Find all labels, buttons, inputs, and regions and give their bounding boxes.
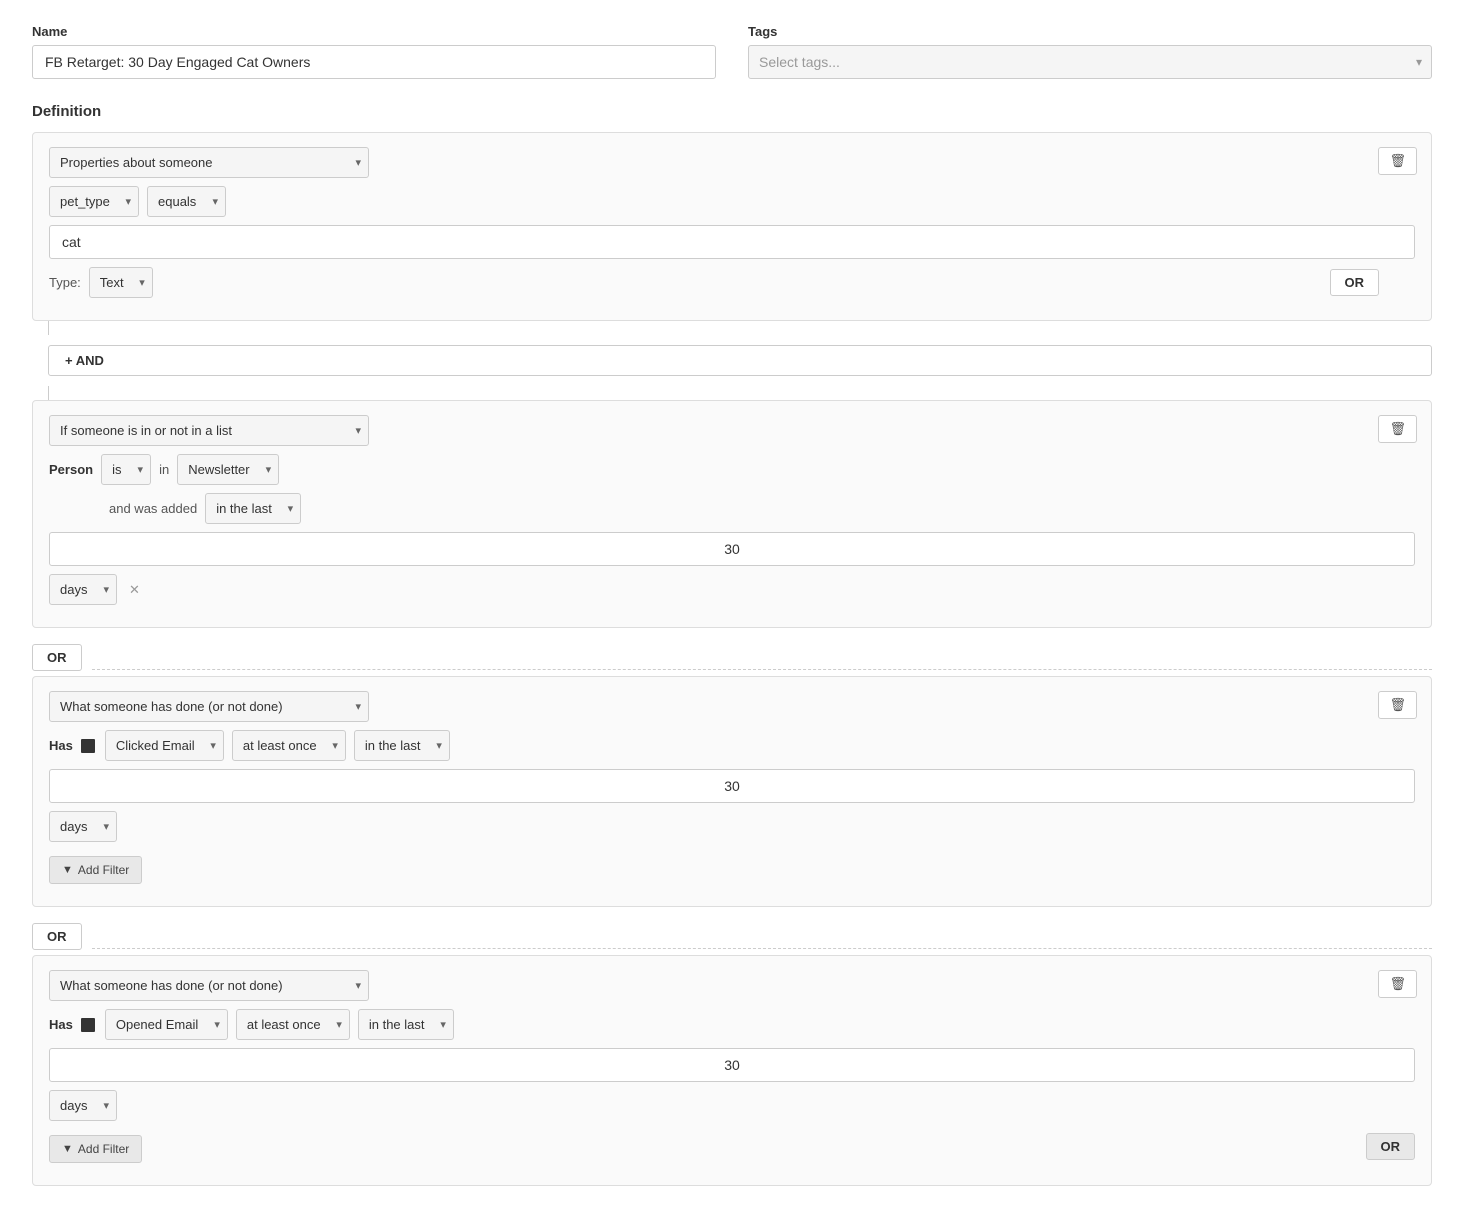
freq-4-wrapper: at least once	[236, 1009, 350, 1040]
operator-wrapper: equals	[147, 186, 226, 217]
has-label-3: Has	[49, 738, 73, 753]
or-button-4[interactable]: OR	[1366, 1133, 1416, 1160]
days-4-wrapper: days	[49, 1090, 117, 1121]
tags-label: Tags	[748, 24, 1432, 39]
and-button[interactable]: + AND	[48, 345, 1432, 376]
or-divider-1: OR	[32, 634, 1432, 670]
event-3-wrapper: Clicked Email	[105, 730, 224, 761]
in-last-3-select[interactable]: in the last	[354, 730, 450, 761]
time-filter-select[interactable]: in the last	[205, 493, 301, 524]
category-3-select[interactable]: What someone has done (or not done)	[49, 691, 369, 722]
property-wrapper: pet_type	[49, 186, 139, 217]
delete-condition-3[interactable]: 🗑	[1378, 691, 1417, 719]
definition-label: Definition	[32, 103, 1432, 120]
filter-icon-4: ▼	[62, 1143, 73, 1155]
event-3-select[interactable]: Clicked Email	[105, 730, 224, 761]
time-filter-wrapper: in the last	[205, 493, 301, 524]
category-4-wrapper: What someone has done (or not done)	[49, 970, 369, 1001]
is-select[interactable]: is	[101, 454, 151, 485]
in-label: in	[159, 462, 169, 477]
filter-icon-3: ▼	[62, 864, 73, 876]
category-1-select[interactable]: Properties about someone	[49, 147, 369, 178]
days-input-2[interactable]	[49, 532, 1415, 566]
condition-block-4: What someone has done (or not done) Has …	[32, 955, 1432, 1186]
category-3-wrapper: What someone has done (or not done)	[49, 691, 369, 722]
condition-block-1: Properties about someone pet_type equals…	[32, 132, 1432, 321]
name-input[interactable]	[32, 45, 716, 79]
category-2-wrapper: If someone is in or not in a list	[49, 415, 369, 446]
in-last-4-wrapper: in the last	[358, 1009, 454, 1040]
added-label: and was added	[49, 501, 197, 516]
days-wrapper-2: days	[49, 574, 117, 605]
type-select[interactable]: Text	[89, 267, 153, 298]
add-filter-label-4: Add Filter	[78, 1142, 129, 1156]
operator-select[interactable]: equals	[147, 186, 226, 217]
category-4-select[interactable]: What someone has done (or not done)	[49, 970, 369, 1001]
property-select[interactable]: pet_type	[49, 186, 139, 217]
value-input[interactable]	[49, 225, 1415, 259]
category-2-select[interactable]: If someone is in or not in a list	[49, 415, 369, 446]
name-label: Name	[32, 24, 716, 39]
days-3-select[interactable]: days	[49, 811, 117, 842]
freq-3-select[interactable]: at least once	[232, 730, 346, 761]
tags-select[interactable]: Select tags...	[748, 45, 1432, 79]
type-wrapper: Text	[89, 267, 153, 298]
event-4-wrapper: Opened Email	[105, 1009, 228, 1040]
opened-email-icon	[81, 1018, 95, 1032]
delete-condition-2[interactable]: 🗑	[1378, 415, 1417, 443]
add-filter-4[interactable]: ▼ Add Filter	[49, 1135, 142, 1163]
clicked-email-icon	[81, 739, 95, 753]
close-time-filter[interactable]: ✕	[125, 582, 144, 598]
event-4-select[interactable]: Opened Email	[105, 1009, 228, 1040]
or-divider-2: OR	[32, 913, 1432, 949]
delete-condition-4[interactable]: 🗑	[1378, 970, 1417, 998]
type-label: Type:	[49, 275, 81, 290]
condition-block-3: What someone has done (or not done) Has …	[32, 676, 1432, 907]
newsletter-select[interactable]: Newsletter	[177, 454, 279, 485]
add-filter-3[interactable]: ▼ Add Filter	[49, 856, 142, 884]
days-3-wrapper: days	[49, 811, 117, 842]
delete-condition-1[interactable]: 🗑	[1378, 147, 1417, 175]
add-filter-label-3: Add Filter	[78, 863, 129, 877]
newsletter-wrapper: Newsletter	[177, 454, 279, 485]
days-input-3[interactable]	[49, 769, 1415, 803]
category-1-wrapper: Properties about someone	[49, 147, 369, 178]
condition-block-2: If someone is in or not in a list Person…	[32, 400, 1432, 628]
or-button-3[interactable]: OR	[32, 923, 82, 950]
days-select-2[interactable]: days	[49, 574, 117, 605]
freq-3-wrapper: at least once	[232, 730, 346, 761]
freq-4-select[interactable]: at least once	[236, 1009, 350, 1040]
tags-select-wrapper: Select tags...	[748, 45, 1432, 79]
or-button-1[interactable]: OR	[1330, 269, 1380, 296]
and-section: + AND	[32, 321, 1432, 400]
or-button-2[interactable]: OR	[32, 644, 82, 671]
days-4-select[interactable]: days	[49, 1090, 117, 1121]
is-wrapper: is	[101, 454, 151, 485]
in-last-4-select[interactable]: in the last	[358, 1009, 454, 1040]
days-input-4[interactable]	[49, 1048, 1415, 1082]
person-label: Person	[49, 462, 93, 477]
in-last-3-wrapper: in the last	[354, 730, 450, 761]
has-label-4: Has	[49, 1017, 73, 1032]
